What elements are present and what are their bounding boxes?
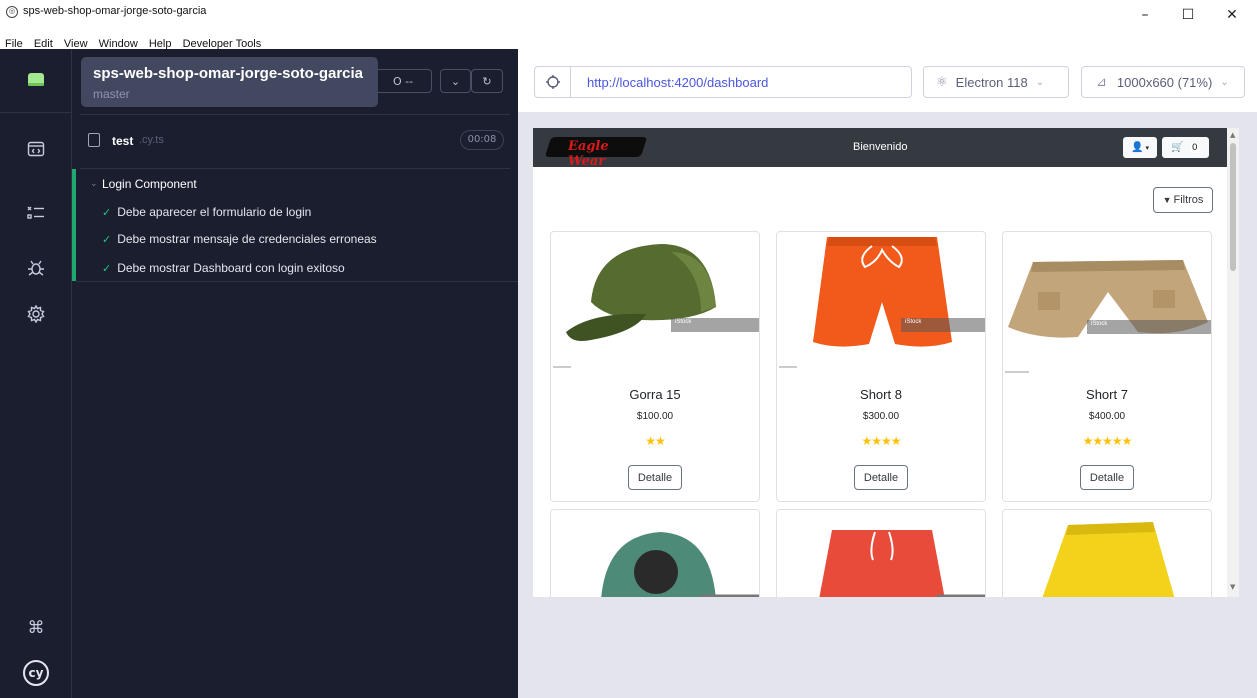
product-card: iStock Gorra 15 $100.00 ★★ Detalle <box>550 231 760 502</box>
product-price: $400.00 <box>1088 411 1126 422</box>
browser-selector[interactable]: ⚛ Electron 118 ⌄ <box>923 66 1069 98</box>
detail-button[interactable]: Detalle <box>1080 465 1134 490</box>
app-icon: ◎ <box>6 6 18 18</box>
chevron-down-icon[interactable]: ⌄ <box>440 69 471 93</box>
selector-playground-icon[interactable] <box>535 67 571 97</box>
rail-separator <box>0 112 72 113</box>
check-icon: ✓ <box>102 263 112 275</box>
test-title: Debe mostrar mensaje de credenciales err… <box>117 232 377 246</box>
keyboard-shortcuts-icon[interactable]: ⌘ <box>0 608 72 648</box>
window-title: sps-web-shop-omar-jorge-soto-garcia <box>23 5 207 17</box>
product-card <box>776 509 986 597</box>
watermark: iStock <box>901 318 985 332</box>
test-item[interactable]: ✓ Debe mostrar mensaje de credenciales er… <box>102 232 377 246</box>
test-item[interactable]: ✓ Debe mostrar Dashboard con login exitos… <box>102 261 345 275</box>
product-image: iStock <box>1003 232 1211 377</box>
close-button[interactable]: ✕ <box>1212 2 1252 28</box>
panel-divider <box>80 114 510 115</box>
spec-extension: .cy.ts <box>139 134 164 146</box>
product-price: $100.00 <box>636 411 674 422</box>
settings-icon[interactable] <box>0 294 72 334</box>
chevron-down-icon: ⌄ <box>1220 76 1229 88</box>
user-icon: 👤 <box>1131 142 1144 153</box>
test-title: Debe aparecer el formulario de login <box>117 205 312 219</box>
sidebar-nav: ⌘ cy <box>0 49 72 698</box>
cart-button[interactable]: 🛒 0 <box>1162 137 1209 158</box>
welcome-text: Bienvenido <box>853 141 908 153</box>
maximize-button[interactable]: ☐ <box>1168 2 1208 28</box>
project-tooltip: sps-web-shop-omar-jorge-soto-garcia mast… <box>81 57 378 107</box>
detail-button[interactable]: Detalle <box>628 465 682 490</box>
scroll-up-icon[interactable]: ▲ <box>1230 131 1235 139</box>
product-price: $300.00 <box>862 411 900 422</box>
watermark: iStock <box>1087 320 1211 334</box>
product-name: Gorra 15 <box>629 387 681 402</box>
product-rating: ★★ <box>645 434 666 448</box>
product-card <box>550 509 760 597</box>
filter-icon: ▼ <box>1162 195 1172 205</box>
check-icon: ✓ <box>102 207 112 219</box>
app-under-test: Eagle Wear Bienvenido 👤 ▾ 🛒 0 ▲ ▼ ▼ Filtros… <box>533 128 1239 597</box>
spec-header: test .cy.ts 00:08 <box>80 127 510 155</box>
product-name: Short 8 <box>860 387 902 402</box>
product-image <box>551 510 759 597</box>
viewport-selector[interactable]: ⊿ 1000x660 (71%) ⌄ <box>1081 66 1245 98</box>
spec-name: test <box>112 134 134 148</box>
test-title: Debe mostrar Dashboard con login exitoso <box>117 261 345 275</box>
product-image: iStock <box>777 232 985 377</box>
panel-divider <box>76 281 518 282</box>
debug-icon[interactable] <box>0 248 72 288</box>
runs-icon[interactable] <box>0 193 72 233</box>
file-icon <box>88 133 100 147</box>
product-rating: ★★★★★ <box>1082 434 1133 448</box>
viewport-label: 1000x660 (71%) <box>1116 74 1213 90</box>
chevron-down-icon: ⌄ <box>1035 76 1045 88</box>
cart-count: 0 <box>1189 142 1200 153</box>
detail-button[interactable]: Detalle <box>854 465 908 490</box>
cypress-logo-text: cy <box>23 660 49 686</box>
product-name: Short 7 <box>1086 387 1128 402</box>
stats-indicator: O -- <box>374 69 432 93</box>
url-bar[interactable]: http://localhost:4200/dashboard <box>534 66 912 98</box>
product-image: iStock <box>551 232 759 377</box>
chevron-down-icon[interactable]: ⌄ <box>90 179 98 189</box>
rerun-icon[interactable]: ↻ <box>471 69 503 93</box>
scrollbar-thumb[interactable] <box>1230 143 1236 271</box>
watermark: iStock <box>671 318 759 332</box>
minimize-button[interactable]: – <box>1125 2 1165 28</box>
filter-button[interactable]: ▼ Filtros <box>1153 187 1213 213</box>
product-card: iStock Short 8 $300.00 ★★★★ Detalle <box>776 231 986 502</box>
product-image <box>777 510 985 597</box>
brand-logo[interactable]: Eagle Wear <box>544 135 648 169</box>
tooltip-project-name: sps-web-shop-omar-jorge-soto-garcia <box>93 65 364 82</box>
product-image <box>1003 510 1211 597</box>
test-suite[interactable]: ⌄ Login Component ✓ Debe aparecer el form… <box>72 169 518 281</box>
url-text: http://localhost:4200/dashboard <box>587 75 769 90</box>
spec-duration: 00:08 <box>460 130 504 150</box>
scroll-down-icon[interactable]: ▼ <box>1230 583 1235 591</box>
product-rating: ★★★★ <box>861 434 901 448</box>
caret-down-icon: ▾ <box>1145 143 1149 152</box>
page-scrollbar[interactable]: ▲ ▼ <box>1227 128 1239 597</box>
test-item[interactable]: ✓ Debe aparecer el formulario de login <box>102 205 311 219</box>
app-navbar: Eagle Wear Bienvenido 👤 ▾ 🛒 0 <box>533 128 1227 169</box>
user-menu-button[interactable]: 👤 ▾ <box>1123 137 1157 158</box>
ruler-icon: ⊿ <box>1096 74 1107 89</box>
tooltip-branch: master <box>93 87 130 101</box>
cypress-logo-icon[interactable]: cy <box>0 653 72 693</box>
window-titlebar: ◎ sps-web-shop-omar-jorge-soto-garcia – … <box>0 0 1257 32</box>
product-card <box>1002 509 1212 597</box>
cart-icon: 🛒 <box>1171 142 1184 153</box>
product-card: iStock Short 7 $400.00 ★★★★★ Detalle <box>1002 231 1212 502</box>
specs-icon[interactable] <box>0 129 72 169</box>
project-icon[interactable] <box>0 60 72 100</box>
check-icon: ✓ <box>102 234 112 246</box>
menu-bar: File Edit View Window Help Developer Too… <box>0 32 1257 50</box>
suite-title: Login Component <box>102 177 197 191</box>
electron-icon: ⚛ <box>936 74 948 89</box>
browser-label: Electron 118 <box>955 74 1028 90</box>
